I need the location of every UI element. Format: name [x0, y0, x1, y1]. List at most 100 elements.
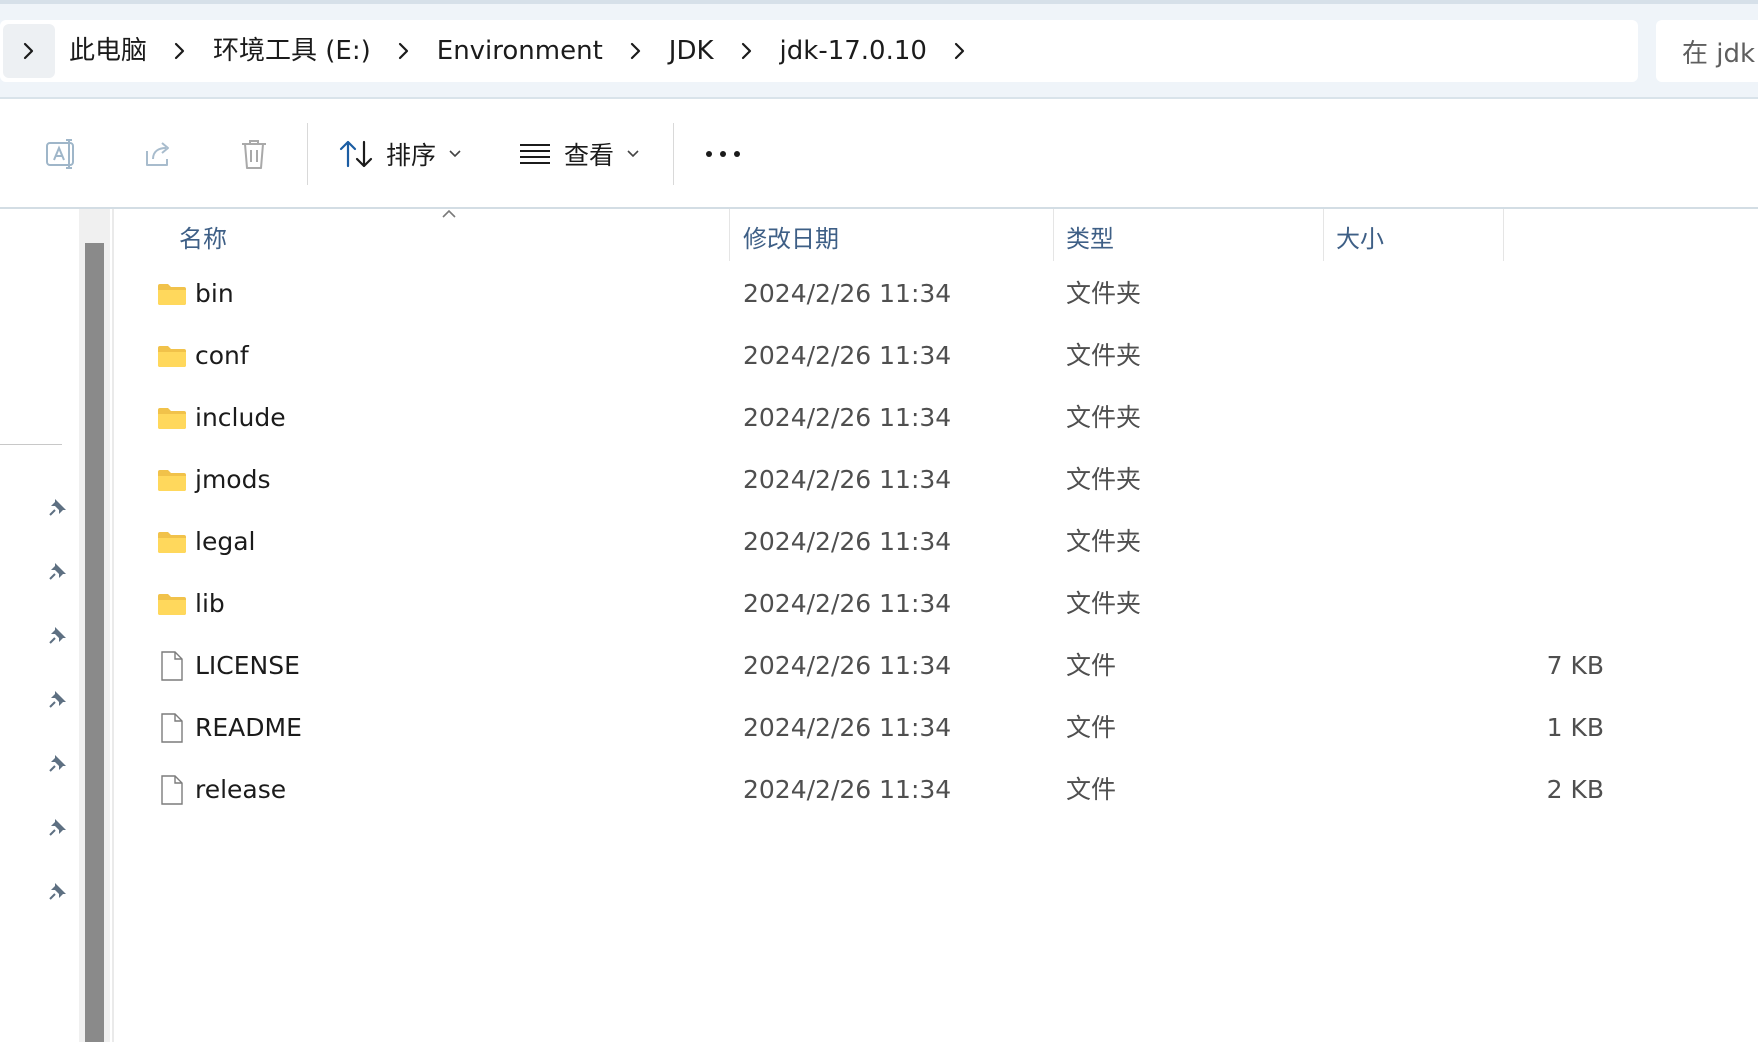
view-label: 查看 — [564, 141, 615, 170]
pin-icon[interactable] — [46, 687, 70, 711]
folder-icon — [156, 276, 188, 312]
file-modified-date: 2024/2/26 11:34 — [743, 713, 952, 742]
column-resize-handle[interactable] — [1053, 209, 1054, 261]
column-headers: 名称 修改日期 类型 大小 — [114, 209, 1758, 263]
file-name: release — [195, 775, 287, 804]
file-name: README — [195, 713, 302, 742]
file-type: 文件夹 — [1066, 279, 1142, 308]
file-icon — [156, 772, 188, 808]
file-list: 名称 修改日期 类型 大小 bin 2024/2/26 11:34 文件夹 conf 2… — [114, 209, 1758, 1042]
file-name: bin — [195, 279, 234, 308]
folder-icon — [156, 524, 188, 560]
search-placeholder: 在 jdk — [1682, 38, 1756, 69]
file-type: 文件夹 — [1066, 527, 1142, 556]
column-resize-handle[interactable] — [1323, 209, 1324, 261]
file-type: 文件 — [1066, 713, 1117, 742]
file-modified-date: 2024/2/26 11:34 — [743, 527, 952, 556]
file-modified-date: 2024/2/26 11:34 — [743, 279, 952, 308]
navigation-pane — [0, 209, 112, 1042]
file-name: jmods — [195, 465, 271, 494]
chevron-down-icon — [449, 150, 461, 158]
pin-icon[interactable] — [46, 751, 70, 775]
file-size: 1 KB — [1546, 713, 1604, 742]
breadcrumb-item-jdk[interactable]: JDK — [663, 24, 720, 78]
nav-divider — [0, 444, 62, 445]
file-type: 文件 — [1066, 775, 1117, 804]
file-type: 文件夹 — [1066, 403, 1142, 432]
file-name: conf — [195, 341, 249, 370]
column-header-date[interactable]: 修改日期 — [743, 209, 1043, 263]
column-header-name[interactable]: 名称 — [179, 209, 739, 263]
file-modified-date: 2024/2/26 11:34 — [743, 651, 952, 680]
breadcrumb-expand-button[interactable] — [3, 24, 55, 78]
file-rows: bin 2024/2/26 11:34 文件夹 conf 2024/2/26 11:34… — [114, 263, 1758, 821]
more-icon — [706, 151, 740, 157]
file-name: lib — [195, 589, 225, 618]
file-row[interactable]: README 2024/2/26 11:34 文件 1 KB — [114, 697, 1758, 759]
view-button[interactable]: 查看 — [518, 124, 640, 184]
file-modified-date: 2024/2/26 11:34 — [743, 403, 952, 432]
file-row[interactable]: bin 2024/2/26 11:34 文件夹 — [114, 263, 1758, 325]
file-icon — [156, 648, 188, 684]
column-resize-handle[interactable] — [1503, 209, 1504, 261]
column-header-size[interactable]: 大小 — [1336, 209, 1496, 263]
file-type: 文件 — [1066, 651, 1117, 680]
more-options-button[interactable] — [690, 124, 756, 184]
folder-icon — [156, 400, 188, 436]
file-type: 文件夹 — [1066, 589, 1142, 618]
view-list-icon — [520, 144, 550, 164]
breadcrumb-item-environment[interactable]: Environment — [431, 24, 609, 78]
file-name: legal — [195, 527, 256, 556]
rename-icon — [46, 139, 74, 169]
breadcrumb[interactable]: 此电脑 环境工具 (E:) Environment JDK jdk-17.0.1… — [0, 20, 1638, 82]
delete-button[interactable] — [224, 124, 284, 184]
file-modified-date: 2024/2/26 11:34 — [743, 589, 952, 618]
pin-icon[interactable] — [46, 623, 70, 647]
command-bar: 排序 查看 — [0, 99, 1758, 209]
chevron-right-icon — [23, 42, 34, 60]
breadcrumb-item-this-pc[interactable]: 此电脑 — [63, 24, 153, 78]
chevron-right-icon[interactable] — [720, 24, 774, 78]
chevron-down-icon — [627, 150, 639, 158]
file-size: 7 KB — [1546, 651, 1604, 680]
file-row[interactable]: jmods 2024/2/26 11:34 文件夹 — [114, 449, 1758, 511]
file-modified-date: 2024/2/26 11:34 — [743, 465, 952, 494]
sort-button[interactable]: 排序 — [338, 124, 462, 184]
trash-icon — [242, 140, 266, 169]
file-row[interactable]: release 2024/2/26 11:34 文件 2 KB — [114, 759, 1758, 821]
address-bar-area: 此电脑 环境工具 (E:) Environment JDK jdk-17.0.1… — [0, 0, 1758, 99]
file-size: 2 KB — [1546, 775, 1604, 804]
file-row[interactable]: LICENSE 2024/2/26 11:34 文件 7 KB — [114, 635, 1758, 697]
pin-icon[interactable] — [46, 495, 70, 519]
share-button[interactable] — [128, 124, 188, 184]
file-modified-date: 2024/2/26 11:34 — [743, 775, 952, 804]
folder-icon — [156, 462, 188, 498]
chevron-right-icon[interactable] — [933, 24, 987, 78]
file-row[interactable]: legal 2024/2/26 11:34 文件夹 — [114, 511, 1758, 573]
folder-icon — [156, 338, 188, 374]
share-icon — [146, 142, 169, 166]
file-name: include — [195, 403, 286, 432]
file-type: 文件夹 — [1066, 341, 1142, 370]
pin-icon[interactable] — [46, 559, 70, 583]
file-type: 文件夹 — [1066, 465, 1142, 494]
chevron-right-icon[interactable] — [377, 24, 431, 78]
column-resize-handle[interactable] — [729, 209, 730, 261]
file-explorer-window: 此电脑 环境工具 (E:) Environment JDK jdk-17.0.1… — [0, 0, 1758, 1042]
file-row[interactable]: conf 2024/2/26 11:34 文件夹 — [114, 325, 1758, 387]
column-header-type[interactable]: 类型 — [1066, 209, 1316, 263]
file-row[interactable]: include 2024/2/26 11:34 文件夹 — [114, 387, 1758, 449]
chevron-right-icon[interactable] — [153, 24, 207, 78]
file-row[interactable]: lib 2024/2/26 11:34 文件夹 — [114, 573, 1758, 635]
pin-icon[interactable] — [46, 879, 70, 903]
chevron-right-icon[interactable] — [609, 24, 663, 78]
rename-button[interactable] — [32, 124, 92, 184]
file-icon — [156, 710, 188, 746]
nav-scrollbar-thumb[interactable] — [85, 243, 104, 1042]
pin-icon[interactable] — [46, 815, 70, 839]
breadcrumb-item-jdk-version[interactable]: jdk-17.0.10 — [774, 24, 933, 78]
sort-label: 排序 — [386, 141, 437, 170]
search-input[interactable]: 在 jdk — [1656, 20, 1758, 82]
file-modified-date: 2024/2/26 11:34 — [743, 341, 952, 370]
breadcrumb-item-drive-e[interactable]: 环境工具 (E:) — [207, 24, 377, 78]
